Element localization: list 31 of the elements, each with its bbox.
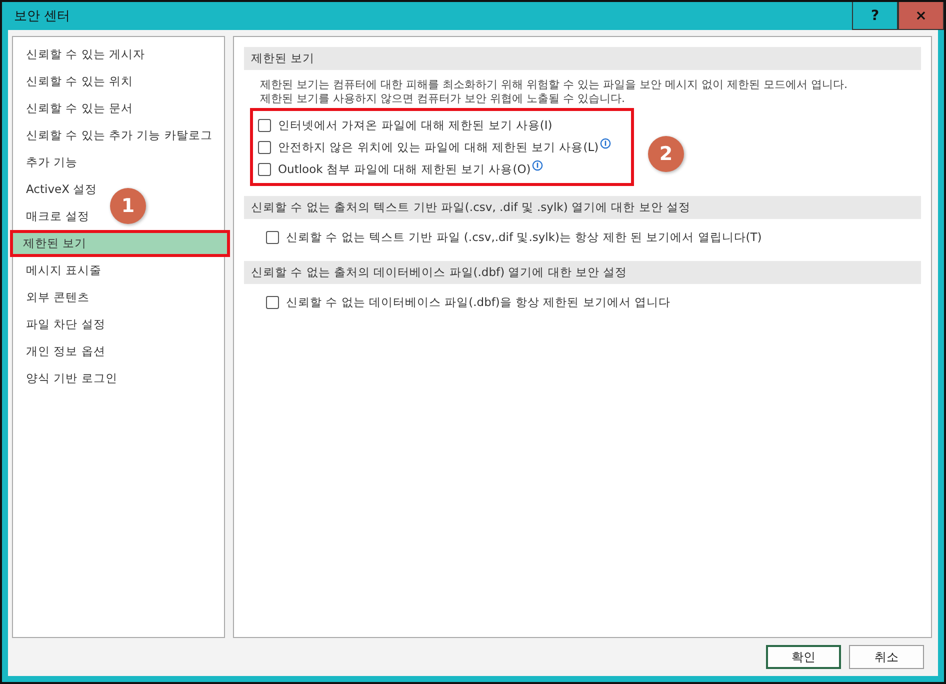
sidebar-item[interactable]: 양식 기반 로그인 [13, 365, 122, 392]
sidebar-item[interactable]: 외부 콘텐츠 [13, 284, 94, 311]
description-text: 제한된 보기는 컴퓨터에 대한 피해를 최소화하기 위해 위험할 수 있는 파일을 보안 메시지 없이 제한된 모드에서 엽니다. 제한된 보기를 사용하지 않으면 컴퓨터가 보안 위협에 노출될 수 있습니다. [259, 77, 848, 106]
checkbox[interactable] [266, 230, 279, 244]
ok-button[interactable]: 확인 [766, 645, 841, 669]
checkbox[interactable] [258, 118, 271, 132]
sidebar-item[interactable]: ActiveX 설정 [13, 176, 102, 203]
checkbox-label: 신뢰할 수 없는 텍스트 기반 파일 (.csv,.dif 및.sylk)는 항상 제한 된 보기에서 열립니다(T) [286, 230, 762, 244]
cancel-button[interactable]: 취소 [849, 645, 924, 669]
sidebar-item[interactable]: 신뢰할 수 있는 위치 [13, 68, 137, 95]
close-button[interactable]: × [898, 2, 944, 30]
sidebar-item[interactable]: 추가 기능 [13, 149, 82, 176]
window-title: 보안 센터 [13, 8, 72, 25]
checkbox[interactable] [266, 296, 279, 308]
sidebar-item[interactable]: 신뢰할 수 있는 문서 [13, 95, 137, 122]
checkbox-label: 안전하지 않은 위치에 있는 파일에 대해 제한된 보기 사용(L) [278, 140, 599, 154]
checkbox-label: 인터넷에서 가져온 파일에 대해 제한된 보기 사용(I) [278, 118, 552, 132]
sidebar-item[interactable]: 매크로 설정 [13, 203, 94, 230]
sidebar-item[interactable]: 개인 정보 옵션 [13, 338, 110, 365]
sidebar-item[interactable]: 파일 차단 설정 [13, 311, 110, 338]
sidebar-item[interactable]: 신뢰할 수 있는 게시자 [13, 41, 149, 68]
sidebar-item[interactable]: 신뢰할 수 있는 추가 기능 카탈로그 [13, 122, 216, 149]
checkbox[interactable] [258, 140, 271, 154]
sidebar-item[interactable]: 메시지 표시줄 [13, 257, 106, 284]
section-heading: 제한된 보기 [244, 47, 921, 70]
checkbox[interactable] [258, 162, 271, 176]
section-heading: 신뢰할 수 없는 출처의 텍스트 기반 파일(.csv, .dif 및 .sylk) 열기에 대한 보안 설정 [244, 196, 921, 219]
checkbox-label: Outlook 첨부 파일에 대해 제한된 보기 사용(O) [278, 162, 531, 176]
section-heading: 신뢰할 수 없는 출처의 데이터베이스 파일(.dbf) 열기에 대한 보안 설정 [244, 261, 921, 284]
sidebar-item[interactable]: 제한된 보기 [10, 230, 230, 257]
checkbox-label: 신뢰할 수 없는 데이터베이스 파일(.dbf)을 항상 제한된 보기에서 엽니다 [286, 294, 671, 310]
